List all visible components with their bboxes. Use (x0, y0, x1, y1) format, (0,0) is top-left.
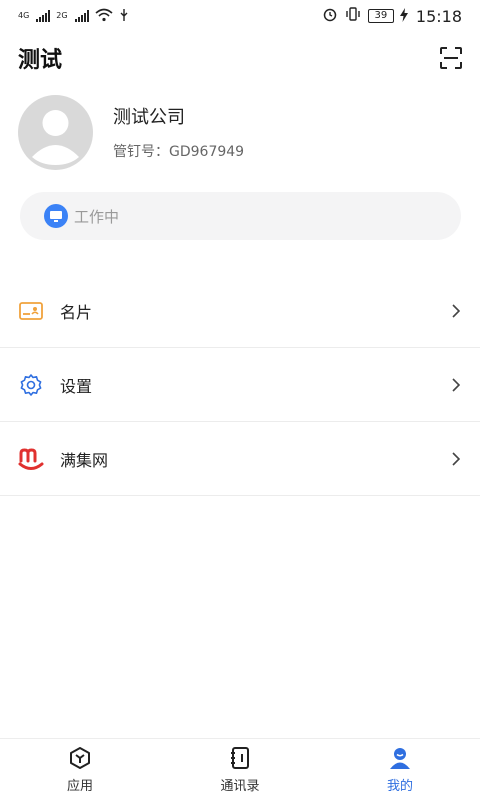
network-4g-label: 4G (18, 11, 30, 20)
profile-text: 测试公司 管钉号：GD967949 (113, 103, 244, 161)
scan-button[interactable] (438, 45, 464, 71)
nav-item-contacts[interactable]: 通讯录 (160, 739, 320, 800)
wifi-icon (95, 7, 113, 26)
staff-id: 管钉号：GD967949 (113, 144, 245, 160)
company-name: 测试公司 (113, 107, 185, 128)
business-card-icon (18, 298, 44, 324)
page-title: 测试 (18, 48, 63, 73)
nav-item-apps[interactable]: 应用 (0, 739, 160, 800)
status-left: 4G 2G (18, 7, 129, 26)
monitor-icon (44, 204, 68, 228)
user-icon (387, 745, 413, 771)
menu-list: 名片 设置 满集网 (0, 274, 480, 496)
address-book-icon (227, 745, 253, 771)
usb-icon (119, 7, 129, 26)
profile-section[interactable]: 测试公司 管钉号：GD967949 (18, 94, 458, 170)
chevron-right-icon (450, 377, 462, 392)
work-status-button[interactable]: 工作中 (20, 192, 461, 240)
menu-item-manjiwang[interactable]: 满集网 (0, 422, 480, 496)
battery-icon: 39 (367, 9, 394, 23)
header: 测试 (0, 40, 480, 76)
gear-icon (18, 372, 44, 398)
manjiwang-logo-icon (18, 446, 44, 472)
network-2g-label: 2G (56, 11, 68, 20)
nav-item-me[interactable]: 我的 (320, 739, 480, 800)
menu-item-business-card[interactable]: 名片 (0, 274, 480, 348)
bottom-nav: 应用 通讯录 我的 (0, 738, 480, 800)
menu-label: 满集网 (60, 450, 109, 470)
alarm-icon (322, 6, 338, 26)
nav-label: 通讯录 (220, 779, 260, 794)
work-status-label: 工作中 (74, 207, 120, 226)
menu-item-settings[interactable]: 设置 (0, 348, 480, 422)
signal-icon (36, 10, 51, 22)
cube-icon (67, 745, 93, 771)
nav-label: 我的 (386, 779, 413, 794)
vibrate-icon (344, 6, 362, 26)
menu-label: 名片 (60, 302, 93, 322)
chevron-right-icon (450, 303, 462, 318)
chevron-right-icon (450, 451, 462, 466)
nav-label: 应用 (66, 779, 93, 794)
scan-icon (440, 47, 462, 69)
clock: 15:18 (415, 6, 462, 26)
charging-icon (399, 7, 408, 26)
menu-label: 设置 (60, 376, 93, 396)
status-bar: 4G 2G 39 15:18 (0, 0, 480, 32)
status-right: 39 15:18 (322, 6, 462, 26)
signal-icon-2 (74, 10, 89, 22)
avatar[interactable] (18, 94, 93, 170)
